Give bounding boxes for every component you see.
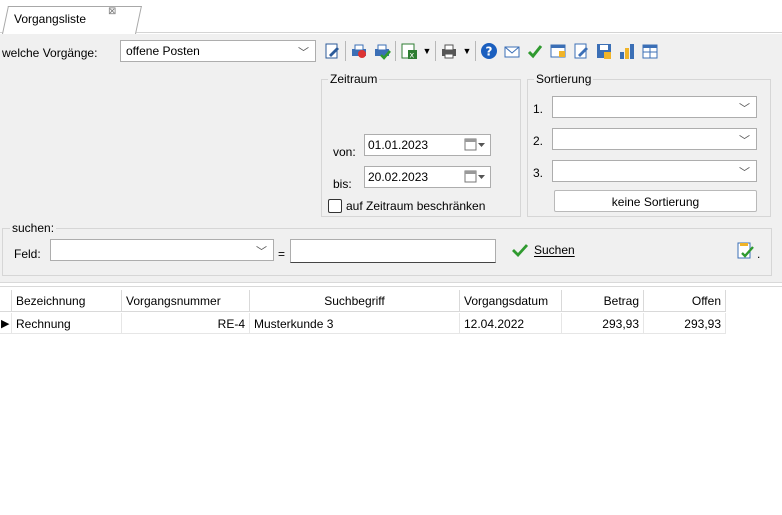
chevron-down-icon: ﹀ <box>739 135 750 147</box>
cell-suchbegriff[interactable]: Musterkunde 3 <box>250 313 460 334</box>
toolbar-separator <box>395 41 396 61</box>
vorgang-grid: Bezeichnung Vorgangsnummer Suchbegriff V… <box>0 290 782 515</box>
export-excel-icon[interactable]: x <box>399 41 419 61</box>
feld-label: Feld: <box>14 247 41 261</box>
search-options[interactable]: . <box>736 241 760 261</box>
toolbar-separator <box>435 41 436 61</box>
von-date-value: 01.01.2023 <box>368 138 429 152</box>
cell-vorgangsdatum[interactable]: 12.04.2022 <box>460 313 562 334</box>
sort-1-label: 1. <box>533 102 544 116</box>
cell-offen[interactable]: 293,93 <box>644 313 726 334</box>
column-header[interactable]: Betrag <box>562 290 644 312</box>
splitter[interactable] <box>0 282 782 287</box>
edit-doc-icon[interactable] <box>322 41 342 61</box>
edit-icon[interactable] <box>571 41 591 61</box>
check-icon <box>512 244 528 257</box>
mail-icon[interactable] <box>502 41 522 61</box>
calendar-icon[interactable] <box>640 41 660 61</box>
sortierung-title: Sortierung <box>534 72 594 86</box>
toolbar-icons: x ▼ ▼ ? <box>322 41 660 61</box>
keine-sortierung-button[interactable]: keine Sortierung <box>554 190 757 212</box>
sort-2-select[interactable]: ﹀ <box>552 128 757 150</box>
print-preview-icon[interactable] <box>349 41 369 61</box>
column-header[interactable]: Bezeichnung <box>12 290 122 312</box>
suchen-title: suchen: <box>10 221 57 235</box>
cell-vorgangsnummer[interactable]: RE-4 <box>122 313 250 334</box>
tab-close-icon[interactable]: ⊠ <box>108 6 116 17</box>
printer-icon[interactable] <box>439 41 459 61</box>
chevron-down-icon[interactable]: ▼ <box>422 41 432 61</box>
tab-label[interactable]: Vorgangsliste <box>14 12 86 26</box>
chevron-down-icon: ﹀ <box>298 47 309 59</box>
bis-date-field[interactable]: 20.02.2023 <box>364 166 491 188</box>
row-indicator-icon: ▶ <box>0 313 12 334</box>
von-label: von: <box>333 145 356 159</box>
sort-2-label: 2. <box>533 134 544 148</box>
column-header[interactable]: Suchbegriff <box>250 290 460 312</box>
search-options-dot: . <box>757 247 761 261</box>
chevron-down-icon: ﹀ <box>739 167 750 179</box>
von-date-field[interactable]: 01.01.2023 <box>364 134 491 156</box>
filter-panel: welche Vorgänge: offene Posten ﹀ x ▼ ▼ ? <box>0 34 782 282</box>
check-icon[interactable] <box>525 41 545 61</box>
calendar-dropdown-icon[interactable] <box>464 138 486 152</box>
chart-icon[interactable] <box>617 41 637 61</box>
zeitraum-title: Zeitraum <box>328 72 380 86</box>
sort-1-select[interactable]: ﹀ <box>552 96 757 118</box>
bis-label: bis: <box>333 177 352 191</box>
edit-check-icon <box>737 242 754 259</box>
feld-select[interactable]: ﹀ <box>50 239 274 261</box>
table-icon[interactable] <box>548 41 568 61</box>
restrict-label[interactable]: auf Zeitraum beschränken <box>346 199 485 213</box>
svg-text:x: x <box>410 51 415 60</box>
vorgaenge-label: welche Vorgänge: <box>2 46 98 60</box>
chevron-down-icon: ﹀ <box>256 246 267 258</box>
save-icon[interactable] <box>594 41 614 61</box>
vorgaenge-select[interactable]: offene Posten ﹀ <box>120 40 316 62</box>
suchen-button-label: Suchen <box>534 243 575 257</box>
chevron-down-icon: ﹀ <box>739 103 750 115</box>
suchen-button[interactable]: Suchen <box>512 243 575 257</box>
toolbar-separator <box>475 41 476 61</box>
help-icon[interactable]: ? <box>479 41 499 61</box>
column-header[interactable]: Vorgangsnummer <box>122 290 250 312</box>
toolbar-separator <box>345 41 346 61</box>
column-header[interactable]: Vorgangsdatum <box>460 290 562 312</box>
row-indicator-header <box>0 290 12 312</box>
sort-3-select[interactable]: ﹀ <box>552 160 757 182</box>
bis-date-value: 20.02.2023 <box>368 170 429 184</box>
chevron-down-icon[interactable]: ▼ <box>462 41 472 61</box>
svg-text:?: ? <box>486 45 493 59</box>
print-check-icon[interactable] <box>372 41 392 61</box>
sort-3-label: 3. <box>533 166 544 180</box>
search-input[interactable] <box>290 239 496 263</box>
column-header[interactable]: Offen <box>644 290 726 312</box>
calendar-dropdown-icon[interactable] <box>464 170 486 184</box>
restrict-checkbox[interactable] <box>328 199 342 213</box>
cell-betrag[interactable]: 293,93 <box>562 313 644 334</box>
cell-bezeichnung[interactable]: Rechnung <box>12 313 122 334</box>
vorgaenge-select-value: offene Posten <box>126 44 200 58</box>
equals-sign: = <box>278 247 286 261</box>
